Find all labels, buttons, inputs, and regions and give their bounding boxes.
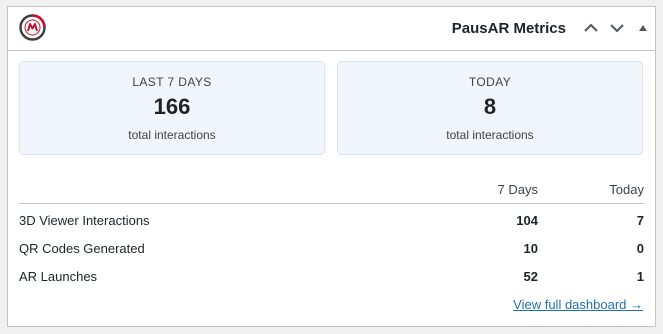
widget-title: PausAR Metrics: [451, 20, 566, 37]
metric-today-value: 7: [636, 212, 644, 228]
metric-today-value: 1: [636, 268, 644, 284]
metric-name: 3D Viewer Interactions: [19, 212, 150, 228]
card-subtitle: total interactions: [446, 128, 534, 142]
table-header-row: 7 Days Today: [19, 169, 644, 204]
chevron-down-icon: [610, 24, 624, 33]
metric-name: QR Codes Generated: [19, 240, 145, 256]
metric-today-value: 0: [636, 240, 644, 256]
card-today: TODAY 8 total interactions: [337, 61, 643, 155]
metric-7-days-value: 104: [516, 212, 538, 228]
metrics-table: 7 Days Today 3D Viewer Interactions 104 …: [19, 169, 644, 290]
column-header-7-days: 7 Days: [408, 169, 538, 204]
card-label: TODAY: [468, 75, 512, 89]
card-value: 166: [153, 94, 191, 119]
pausar-metrics-widget: PausAR Metrics LAST 7 DAYS 166 total int…: [7, 6, 656, 327]
chevron-up-icon: [584, 23, 598, 32]
metric-name: AR Launches: [19, 268, 98, 284]
table-row: QR Codes Generated 10 0: [19, 234, 644, 262]
table-row: AR Launches 52 1: [19, 262, 644, 290]
metric-7-days-value: 10: [523, 240, 538, 256]
metric-7-days-value: 52: [523, 268, 538, 284]
column-header-today: Today: [538, 169, 644, 204]
summary-cards: LAST 7 DAYS 166 total interactions TODAY…: [19, 61, 644, 155]
view-full-dashboard-link[interactable]: View full dashboard →: [513, 297, 643, 312]
pausar-logo-icon: [19, 14, 46, 41]
move-down-button[interactable]: [606, 17, 628, 39]
column-header-metric: [19, 169, 408, 204]
widget-header: PausAR Metrics: [8, 7, 655, 51]
collapse-toggle-button[interactable]: [632, 17, 654, 39]
card-value: 8: [483, 94, 497, 119]
triangle-up-icon: [639, 25, 647, 31]
table-row: 3D Viewer Interactions 104 7: [19, 204, 644, 235]
card-last-7-days: LAST 7 DAYS 166 total interactions: [19, 61, 325, 155]
card-subtitle: total interactions: [128, 128, 216, 142]
move-up-button[interactable]: [580, 17, 602, 39]
card-label: LAST 7 DAYS: [132, 75, 212, 89]
